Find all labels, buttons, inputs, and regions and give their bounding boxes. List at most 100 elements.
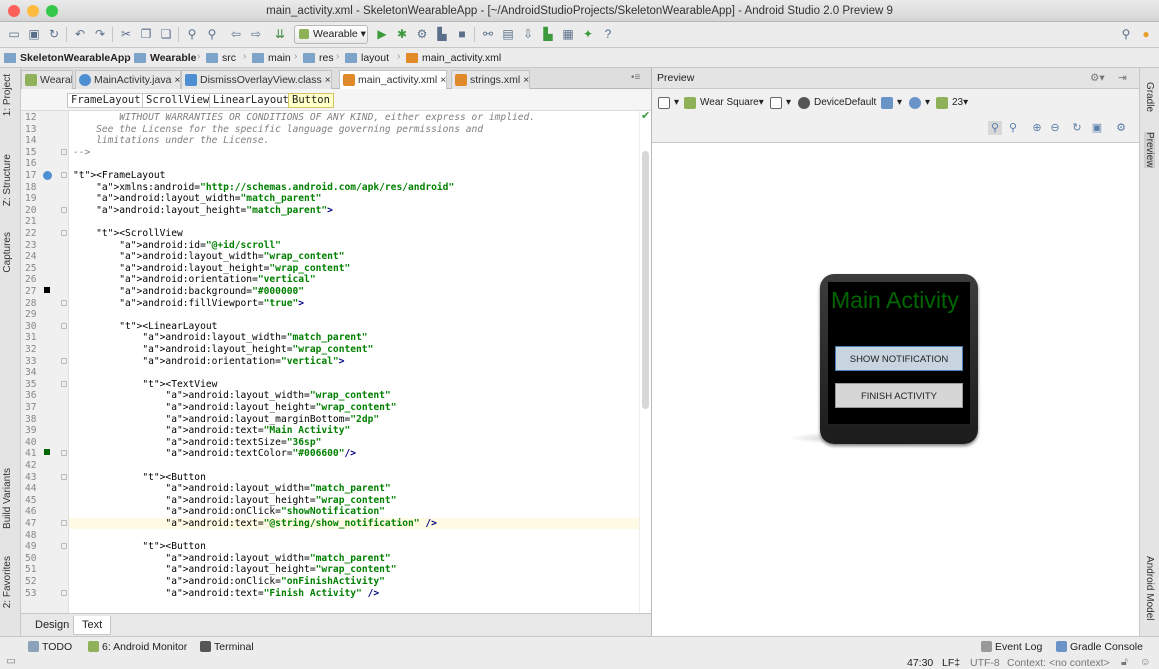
refresh-icon[interactable]: ↻ xyxy=(1070,121,1084,135)
fold-marker-icon[interactable] xyxy=(61,322,67,329)
line-separator[interactable]: LF‡ xyxy=(942,657,960,669)
zoom-window-button[interactable] xyxy=(46,5,58,17)
undo-icon[interactable]: ↶ xyxy=(72,26,88,42)
orientation-select[interactable]: ▾ xyxy=(770,95,791,111)
tool-window-gradle[interactable]: Gradle xyxy=(1144,82,1155,112)
activity-select[interactable]: ▾ xyxy=(881,95,902,111)
fold-marker-icon[interactable] xyxy=(61,520,67,526)
help-icon[interactable]: ? xyxy=(600,26,616,42)
tool-window-android-model[interactable]: Android Model xyxy=(1144,556,1155,620)
screenshot-icon[interactable]: ▣ xyxy=(1090,121,1104,135)
fold-marker-icon[interactable] xyxy=(61,206,67,213)
tab-main-activity-xml[interactable]: main_activity.xml × xyxy=(339,70,448,89)
event-log-tool-button[interactable]: Event Log xyxy=(981,641,1042,653)
fold-marker-icon[interactable] xyxy=(61,589,67,596)
api-level-select[interactable]: 23▾ xyxy=(936,95,968,111)
main-activity-textview[interactable]: Main Activity xyxy=(831,286,969,315)
tool-window-captures[interactable]: Captures xyxy=(2,232,13,273)
theme-select[interactable]: DeviceDefault xyxy=(798,95,876,111)
path-linearlayout[interactable]: LinearLayout xyxy=(209,93,293,108)
terminal-tool-button[interactable]: Terminal xyxy=(200,641,254,653)
event-log-icon[interactable]: ● xyxy=(1138,26,1154,42)
breadcrumb-layout[interactable]: layout xyxy=(345,51,389,65)
path-framelayout[interactable]: FrameLayout xyxy=(67,93,145,108)
open-icon[interactable]: ▭ xyxy=(6,26,22,42)
fold-marker-icon[interactable] xyxy=(61,299,67,306)
coverage-icon[interactable]: ▙ xyxy=(434,26,450,42)
editor-scrollbar[interactable]: ✔ xyxy=(639,110,651,613)
save-icon[interactable]: ▣ xyxy=(26,26,42,42)
preview-settings-icon[interactable]: ⚙ xyxy=(1114,121,1128,135)
tool-windows-toggle-icon[interactable]: ▭ xyxy=(6,655,16,667)
gradle-console-tool-button[interactable]: Gradle Console xyxy=(1056,641,1143,653)
tab-strings-xml[interactable]: strings.xml × xyxy=(451,70,531,89)
path-button[interactable]: Button xyxy=(288,93,334,108)
scrollbar-thumb[interactable] xyxy=(642,151,649,409)
locale-select[interactable]: ▾ xyxy=(909,95,930,111)
breadcrumb-main[interactable]: main xyxy=(252,51,291,65)
android-monitor-tool-button[interactable]: 6: Android Monitor xyxy=(88,641,187,653)
breadcrumb-project[interactable]: SkeletonWearableApp xyxy=(4,51,131,65)
zoom-actual-icon[interactable]: ⚲ xyxy=(1006,121,1020,135)
file-encoding[interactable]: UTF-8 xyxy=(970,657,1000,669)
make-project-icon[interactable]: ⇊ xyxy=(272,26,288,42)
android-device-icon[interactable]: ✦ xyxy=(580,26,596,42)
search-icon[interactable]: ⚲ xyxy=(1118,26,1134,42)
replace-icon[interactable]: ⚲ xyxy=(204,26,220,42)
fold-marker-icon[interactable] xyxy=(61,450,67,457)
minimize-window-button[interactable] xyxy=(27,5,39,17)
context-indicator[interactable]: Context: <no context> xyxy=(1007,657,1110,669)
fold-marker-icon[interactable] xyxy=(61,380,67,387)
device-select[interactable]: Wear Square▾ xyxy=(684,95,764,111)
fold-marker-icon[interactable] xyxy=(61,473,67,480)
project-structure-icon[interactable]: ⚯ xyxy=(480,26,496,42)
code-editor[interactable]: WITHOUT WARRANTIES OR CONDITIONS OF ANY … xyxy=(69,111,639,613)
zoom-in-icon[interactable]: ⊕ xyxy=(1030,121,1044,135)
copy-icon[interactable]: ❐ xyxy=(138,26,154,42)
find-icon[interactable]: ⚲ xyxy=(184,26,200,42)
zoom-to-fit-icon[interactable]: ⚲ xyxy=(988,121,1002,135)
caret-position[interactable]: 47:30 xyxy=(907,657,933,669)
todo-tool-button[interactable]: TODO xyxy=(28,641,72,653)
fold-marker-icon[interactable] xyxy=(61,230,67,236)
tab-list-icon[interactable]: •≡ xyxy=(631,72,640,83)
device-monitor-icon[interactable]: ▦ xyxy=(560,26,576,42)
stop-icon[interactable]: ■ xyxy=(454,26,470,42)
tool-window-favorites[interactable]: 2: Favorites xyxy=(2,556,13,608)
hide-icon[interactable]: ⇥ xyxy=(1118,68,1127,88)
inspector-icon[interactable]: ☺︎ xyxy=(1140,656,1151,668)
fold-marker-icon[interactable] xyxy=(61,357,67,364)
layout-options-button[interactable]: ▾ xyxy=(658,95,679,111)
sync-icon[interactable]: ↻ xyxy=(46,26,62,42)
tab-mainactivity-java[interactable]: MainActivity.java × xyxy=(75,70,182,89)
finish-activity-button[interactable]: FINISH ACTIVITY xyxy=(835,383,963,408)
tool-window-preview[interactable]: Preview xyxy=(1144,132,1155,168)
tool-window-project[interactable]: 1: Project xyxy=(2,74,13,116)
tab-design[interactable]: Design xyxy=(27,616,77,635)
tab-dismissoverlayview-class[interactable]: DismissOverlayView.class × xyxy=(181,70,332,89)
debug-icon[interactable]: ✱ xyxy=(394,26,410,42)
run-icon[interactable]: ▶ xyxy=(374,26,390,42)
avd-manager-icon[interactable]: ▤ xyxy=(500,26,516,42)
breadcrumb-src[interactable]: src xyxy=(206,51,236,65)
lock-icon[interactable]: 🔓︎ xyxy=(1121,656,1128,669)
path-scrollview[interactable]: ScrollView xyxy=(142,93,214,108)
fold-marker-icon[interactable] xyxy=(61,148,67,155)
tool-window-structure[interactable]: Z: Structure xyxy=(2,154,13,206)
fold-marker-icon[interactable] xyxy=(61,543,67,550)
sync-gradle-icon[interactable]: ⇩ xyxy=(520,26,536,42)
forward-icon[interactable]: ⇨ xyxy=(248,26,264,42)
cut-icon[interactable]: ✂ xyxy=(118,26,134,42)
settings-icon[interactable]: ⚙▾ xyxy=(1090,68,1105,88)
show-notification-button[interactable]: SHOW NOTIFICATION xyxy=(835,346,963,371)
attach-debugger-icon[interactable]: ⚙ xyxy=(414,26,430,42)
redo-icon[interactable]: ↷ xyxy=(92,26,108,42)
tab-text[interactable]: Text xyxy=(73,616,112,635)
back-icon[interactable]: ⇦ xyxy=(228,26,244,42)
zoom-out-icon[interactable]: ⊖ xyxy=(1048,121,1062,135)
breadcrumb-res[interactable]: res xyxy=(303,51,334,65)
close-window-button[interactable] xyxy=(8,5,20,17)
fold-marker-icon[interactable] xyxy=(61,172,67,178)
tool-window-build-variants[interactable]: Build Variants xyxy=(2,468,13,529)
sdk-manager-icon[interactable]: ▙ xyxy=(540,26,556,42)
